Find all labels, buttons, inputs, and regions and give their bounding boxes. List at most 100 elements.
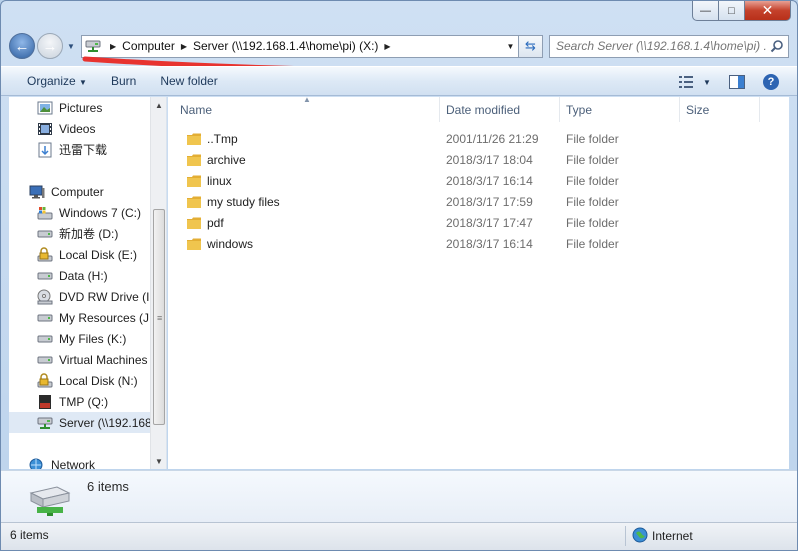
nav-item-label: 新加卷 (D:) bbox=[59, 227, 119, 241]
file-type: File folder bbox=[566, 152, 619, 167]
nav-item-xunlei-downloads[interactable]: 迅雷下载 bbox=[37, 139, 166, 160]
address-bar[interactable]: ▶ Computer ▶ Server (\\192.168.1.4\home\… bbox=[81, 34, 519, 58]
back-button[interactable]: ← bbox=[9, 33, 35, 59]
breadcrumb-computer[interactable]: Computer bbox=[122, 39, 175, 53]
maximize-button[interactable]: □ bbox=[719, 1, 745, 21]
column-headers: ▲ Name Date modified Type Size bbox=[168, 95, 789, 122]
file-date: 2001/11/26 21:29 bbox=[446, 131, 539, 146]
file-name: ..Tmp bbox=[207, 131, 238, 146]
drive-icon bbox=[37, 226, 53, 242]
nav-pane-scrollbar[interactable]: ▲ ≡ ▼ bbox=[150, 97, 166, 469]
scroll-down-icon[interactable]: ▼ bbox=[151, 453, 166, 469]
status-item-count: 6 items bbox=[10, 528, 49, 542]
table-row[interactable]: windows 2018/3/17 16:14 File folder bbox=[168, 233, 768, 254]
nav-item-label: Virtual Machines bbox=[59, 352, 148, 367]
forward-arrow-icon: → bbox=[42, 37, 58, 55]
search-box[interactable] bbox=[549, 34, 789, 58]
drive-icon bbox=[37, 310, 53, 326]
grip-icon: ≡ bbox=[157, 313, 163, 323]
nav-item-label: 迅雷下载 bbox=[59, 143, 108, 157]
address-dropdown-button[interactable]: ▼ bbox=[502, 35, 518, 57]
folder-icon bbox=[186, 195, 202, 209]
search-icon[interactable] bbox=[770, 39, 784, 56]
table-row[interactable]: linux 2018/3/17 16:14 File folder bbox=[168, 170, 768, 191]
forward-button[interactable]: → bbox=[37, 33, 63, 59]
organize-button[interactable]: Organize ▼ bbox=[19, 74, 95, 88]
nav-item-videos[interactable]: Videos bbox=[37, 118, 166, 139]
table-row[interactable]: archive 2018/3/17 18:04 File folder bbox=[168, 149, 768, 170]
file-date: 2018/3/17 17:47 bbox=[446, 215, 533, 230]
nav-item-local-disk-n[interactable]: Local Disk (N:) bbox=[37, 370, 166, 391]
nav-item-data-h[interactable]: Data (H:) bbox=[37, 265, 166, 286]
nav-item-label: Data (H:) bbox=[59, 268, 108, 283]
table-row[interactable]: pdf 2018/3/17 17:47 File folder bbox=[168, 212, 768, 233]
computer-icon bbox=[29, 184, 45, 200]
column-header-date[interactable]: Date modified bbox=[440, 97, 560, 122]
globe-icon bbox=[632, 527, 648, 546]
sort-ascending-icon: ▲ bbox=[303, 95, 311, 104]
details-pane: 6 items bbox=[1, 470, 797, 522]
file-name: linux bbox=[207, 173, 232, 188]
caption-buttons: — □ ✕ bbox=[692, 1, 791, 21]
column-header-size[interactable]: Size bbox=[680, 97, 760, 122]
nav-item-label: TMP (Q:) bbox=[59, 394, 109, 409]
column-header-name[interactable]: ▲ Name bbox=[168, 95, 440, 122]
network-drive-icon bbox=[37, 415, 53, 431]
column-header-label: Date modified bbox=[446, 102, 521, 117]
folder-icon bbox=[186, 216, 202, 230]
file-name: my study files bbox=[207, 194, 280, 209]
nav-item-computer[interactable]: Computer bbox=[29, 181, 166, 202]
file-type: File folder bbox=[566, 236, 619, 251]
breadcrumb-separator-icon[interactable]: ▶ bbox=[110, 42, 116, 51]
column-header-type[interactable]: Type bbox=[560, 97, 680, 122]
nav-item-network[interactable]: Network bbox=[29, 454, 166, 470]
nav-item-windows7-c[interactable]: Windows 7 (C:) bbox=[37, 202, 166, 223]
nav-item-server-x[interactable]: Server (\\192.168 bbox=[9, 412, 151, 433]
videos-icon bbox=[37, 121, 53, 137]
file-list-pane: ▲ Name Date modified Type Size ..Tmp 200… bbox=[168, 95, 789, 469]
nav-item-dvd-i[interactable]: DVD RW Drive (I:) bbox=[37, 286, 166, 307]
burn-button[interactable]: Burn bbox=[103, 74, 144, 88]
refresh-icon: ⇆ bbox=[525, 38, 536, 53]
file-type: File folder bbox=[566, 215, 619, 230]
table-row[interactable]: my study files 2018/3/17 17:59 File fold… bbox=[168, 191, 768, 212]
nav-item-label: Server (\\192.168 bbox=[59, 415, 151, 430]
nav-item-pictures[interactable]: Pictures bbox=[37, 97, 166, 118]
folder-icon bbox=[186, 132, 202, 146]
help-button[interactable]: ? bbox=[759, 73, 783, 91]
nav-item-local-disk-e[interactable]: Local Disk (E:) bbox=[37, 244, 166, 265]
nav-item-virtual-machines[interactable]: Virtual Machines bbox=[37, 349, 166, 370]
back-arrow-icon: ← bbox=[14, 37, 30, 55]
navigation-pane: Pictures Videos 迅雷下载 Computer Windows 7 … bbox=[9, 97, 167, 469]
table-row[interactable]: ..Tmp 2001/11/26 21:29 File folder bbox=[168, 128, 768, 149]
nav-item-tmp-q[interactable]: TMP (Q:) bbox=[37, 391, 166, 412]
search-input[interactable] bbox=[556, 39, 766, 53]
new-folder-button[interactable]: New folder bbox=[152, 74, 225, 88]
refresh-button[interactable]: ⇆ bbox=[519, 34, 543, 58]
nav-item-label: Computer bbox=[51, 184, 104, 199]
folder-icon bbox=[186, 174, 202, 188]
breadcrumb-separator-icon[interactable]: ▶ bbox=[384, 42, 390, 51]
file-name: windows bbox=[207, 236, 254, 251]
recent-pages-button[interactable]: ▼ bbox=[65, 42, 77, 51]
nav-item-my-files-k[interactable]: My Files (K:) bbox=[37, 328, 166, 349]
change-view-button[interactable]: ▼ bbox=[677, 73, 713, 91]
nav-item-my-resources-j[interactable]: My Resources (J:) bbox=[37, 307, 166, 328]
preview-pane-button[interactable] bbox=[725, 73, 749, 91]
nav-item-label: Windows 7 (C:) bbox=[59, 205, 142, 220]
scroll-up-icon[interactable]: ▲ bbox=[151, 97, 166, 113]
nav-item-label: Videos bbox=[59, 121, 96, 136]
nav-item-label: Network bbox=[51, 457, 96, 470]
minimize-button[interactable]: — bbox=[692, 1, 719, 21]
system-drive-icon bbox=[37, 205, 53, 221]
toolbar-right-group: ▼ ? bbox=[671, 73, 783, 91]
pictures-icon bbox=[37, 100, 53, 116]
scrollbar-thumb[interactable]: ≡ bbox=[153, 209, 165, 425]
column-header-label: Name bbox=[180, 102, 213, 117]
download-folder-icon bbox=[37, 142, 53, 158]
file-type: File folder bbox=[566, 194, 619, 209]
breadcrumb-server[interactable]: Server (\\192.168.1.4\home\pi) (X:) bbox=[193, 39, 378, 53]
nav-item-drive-d[interactable]: 新加卷 (D:) bbox=[37, 223, 166, 244]
close-button[interactable]: ✕ bbox=[745, 1, 791, 21]
breadcrumb-separator-icon[interactable]: ▶ bbox=[181, 42, 187, 51]
